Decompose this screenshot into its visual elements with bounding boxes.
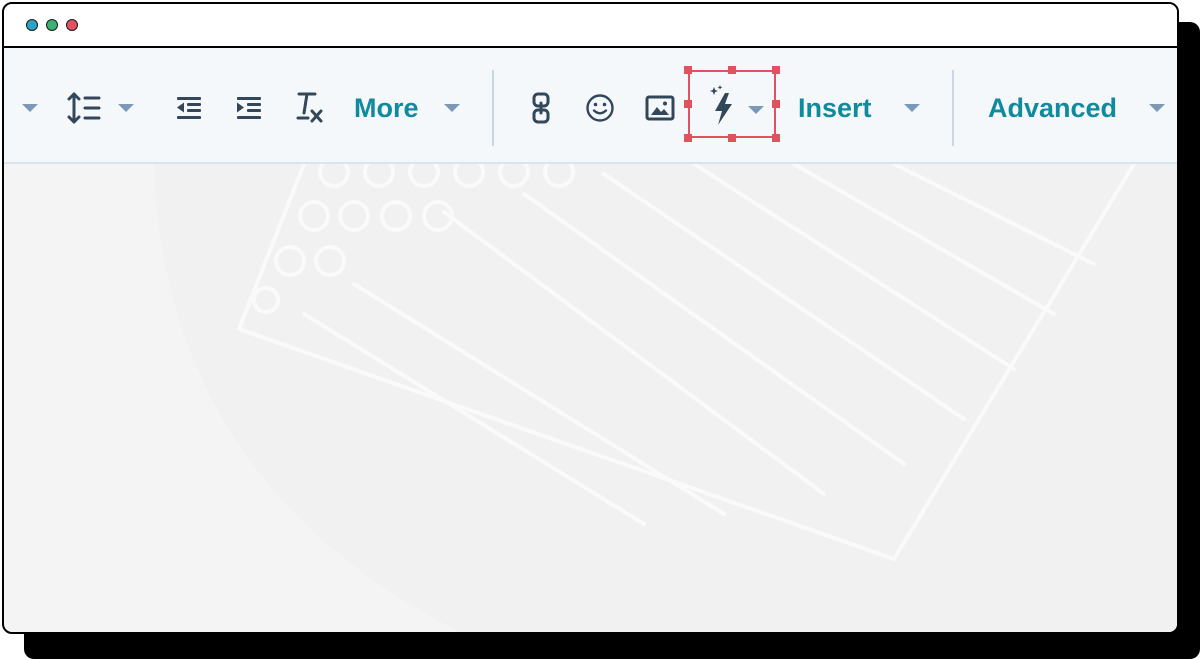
- line-height-button[interactable]: [64, 90, 104, 126]
- toolbar-separator: [492, 70, 494, 146]
- selection-handle: [772, 100, 780, 108]
- selection-handle: [728, 134, 736, 142]
- selection-handle: [684, 100, 692, 108]
- advanced-caret-icon[interactable]: [1149, 104, 1165, 112]
- image-icon: [645, 95, 675, 121]
- indent-icon: [237, 97, 261, 119]
- indent-button[interactable]: [232, 90, 266, 126]
- clear-formatting-icon: [296, 92, 323, 123]
- outdent-icon: [177, 97, 201, 119]
- toolbar-separator-2: [952, 70, 954, 146]
- previous-dropdown-caret-icon[interactable]: [22, 104, 38, 112]
- emoji-button[interactable]: [582, 90, 618, 126]
- insert-caret-icon[interactable]: [904, 104, 920, 112]
- line-height-caret-icon[interactable]: [118, 104, 134, 112]
- window-control-minimize[interactable]: [26, 19, 38, 31]
- emoji-icon: [586, 94, 614, 122]
- selection-handle: [772, 134, 780, 142]
- clear-formatting-button[interactable]: [292, 88, 328, 128]
- selection-handle: [684, 66, 692, 74]
- link-icon: [532, 92, 550, 124]
- selection-handle: [772, 66, 780, 74]
- line-height-icon: [67, 92, 101, 124]
- editor-canvas: [4, 164, 1177, 632]
- insert-dropdown-label[interactable]: Insert: [798, 93, 872, 123]
- selection-highlight: [688, 70, 776, 138]
- more-caret-icon[interactable]: [444, 104, 460, 112]
- background-illustration: [154, 164, 1177, 632]
- title-bar: [4, 4, 1177, 48]
- selection-handle: [728, 66, 736, 74]
- editor-toolbar: More Insert Advanced: [4, 48, 1177, 164]
- window-control-maximize[interactable]: [46, 19, 58, 31]
- outdent-button[interactable]: [172, 90, 206, 126]
- browser-window: More Insert Advanced: [2, 2, 1179, 634]
- selection-handle: [684, 134, 692, 142]
- advanced-dropdown-label[interactable]: Advanced: [988, 93, 1117, 123]
- window-control-close[interactable]: [66, 19, 78, 31]
- more-dropdown-label[interactable]: More: [354, 93, 419, 123]
- link-button[interactable]: [524, 90, 558, 126]
- image-button[interactable]: [642, 90, 678, 126]
